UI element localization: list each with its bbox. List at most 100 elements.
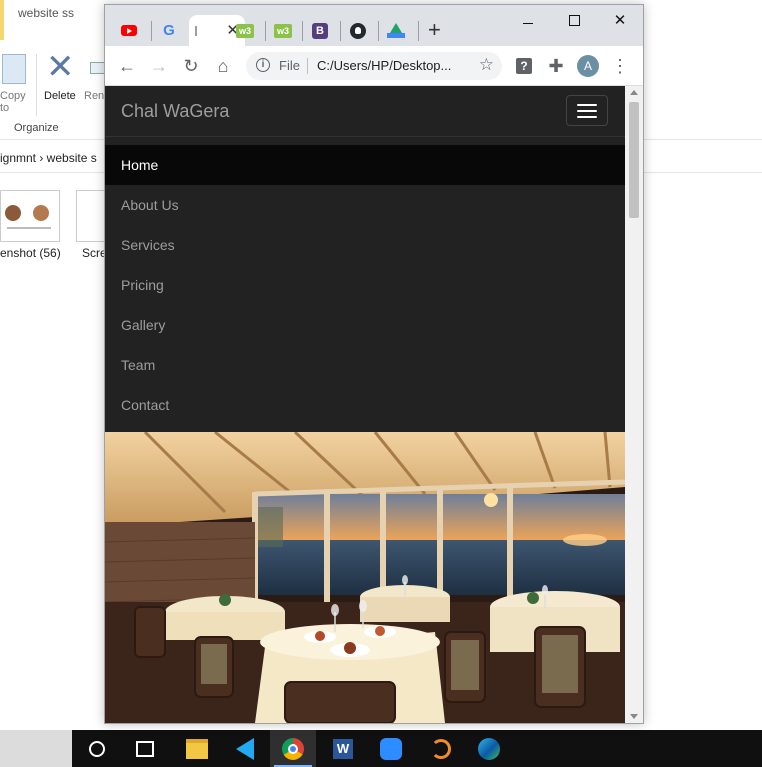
address-bar[interactable]: i File C:/Users/HP/Desktop... ☆ [246, 52, 502, 80]
hamburger-icon [577, 116, 597, 118]
tab-github[interactable] [340, 15, 376, 46]
w3schools-icon: w3 [274, 23, 292, 38]
taskbar: W [0, 730, 762, 767]
folder-accent [0, 0, 4, 40]
explorer-window-title: website ss [18, 6, 75, 20]
file-thumbnail[interactable] [0, 190, 60, 242]
ribbon-divider [36, 54, 37, 116]
extensions-menu-button[interactable]: ✚ [544, 54, 568, 78]
zoom-taskbar-button[interactable] [368, 730, 414, 767]
navbar-toggler-button[interactable] [566, 95, 608, 126]
thumbnail-avatar-2 [33, 205, 49, 221]
vscode-taskbar-button[interactable] [222, 730, 268, 767]
help-extension-icon: ? [516, 58, 532, 74]
edge-taskbar-button[interactable] [466, 730, 512, 767]
delete-button[interactable]: Delete [44, 90, 76, 102]
hamburger-icon [577, 110, 597, 112]
copy-to-button[interactable]: Copy to [0, 90, 26, 114]
reload-button[interactable]: ↻ [179, 54, 203, 78]
ribbon-group-label: Organize [14, 122, 59, 134]
bookmark-star-icon[interactable]: ☆ [479, 55, 494, 75]
extension-button[interactable]: ? [512, 54, 536, 78]
minimize-icon [523, 23, 533, 24]
tab-youtube[interactable] [111, 15, 147, 46]
bootstrap-icon: B [312, 22, 328, 39]
scheme-label: File [279, 58, 300, 73]
browser-toolbar: ← → ↻ ⌂ i File C:/Users/HP/Desktop... ☆ … [105, 46, 643, 86]
chrome-window: G ✕ w3 w3 B + ✕ ← → ↻ ⌂ i File C:/Users/… [104, 4, 644, 724]
task-view-icon [136, 740, 154, 757]
maximize-button[interactable] [551, 11, 597, 30]
puzzle-icon: ✚ [548, 55, 564, 76]
restaurant-sunset-photo [105, 432, 625, 723]
chrome-menu-button[interactable]: ⋮ [608, 54, 632, 78]
tab-google[interactable]: G [151, 15, 187, 46]
profile-button[interactable]: A [576, 54, 600, 78]
navbar-divider [105, 136, 625, 137]
delete-icon[interactable]: ✕ [46, 50, 75, 84]
task-view-button[interactable] [122, 730, 168, 767]
scroll-up-icon[interactable] [630, 90, 638, 95]
copy-to-label: Copy [0, 90, 26, 102]
nav-link-gallery[interactable]: Gallery [105, 305, 625, 345]
thumbnail-text-line [7, 227, 51, 229]
word-icon: W [333, 738, 353, 759]
chrome-taskbar-button[interactable] [270, 730, 316, 767]
eclipse-icon [431, 738, 451, 759]
site-brand[interactable]: Chal WaGera [121, 101, 229, 122]
maximize-icon [568, 15, 580, 26]
file-explorer-taskbar-button[interactable] [174, 730, 220, 767]
youtube-icon [121, 25, 137, 36]
close-window-button[interactable]: ✕ [597, 11, 643, 29]
w3schools-icon: w3 [236, 23, 254, 38]
page-viewport: Chal WaGera Home About Us Services Prici… [105, 86, 625, 723]
scroll-down-icon[interactable] [630, 714, 638, 719]
nav-link-contact[interactable]: Contact [105, 385, 625, 425]
forward-button[interactable]: → [147, 54, 171, 78]
scrollbar-thumb[interactable] [629, 102, 639, 218]
folder-icon [186, 738, 208, 759]
hamburger-icon [577, 104, 597, 106]
site-info-icon[interactable]: i [256, 58, 270, 72]
edge-icon [478, 737, 500, 760]
file-label[interactable]: enshot (56) [0, 246, 61, 260]
github-icon [350, 22, 366, 39]
copy-to-label-2: to [0, 102, 10, 114]
chrome-icon [282, 737, 304, 760]
thumbnail-avatar-1 [5, 205, 21, 221]
file-label[interactable]: Scre [82, 246, 107, 260]
rename-button[interactable]: Ren [84, 90, 104, 102]
vscode-icon [236, 737, 254, 760]
breadcrumb[interactable]: ignmnt › website s [0, 151, 97, 165]
tab-strip: G ✕ w3 w3 B + ✕ [105, 5, 643, 46]
nav-link-about[interactable]: About Us [105, 185, 625, 225]
cortana-icon [89, 740, 105, 757]
nav-link-team[interactable]: Team [105, 345, 625, 385]
google-drive-icon [387, 23, 405, 38]
minimize-button[interactable] [505, 11, 551, 28]
tab-separator [418, 21, 419, 41]
home-button[interactable]: ⌂ [211, 54, 235, 78]
url-text[interactable]: C:/Users/HP/Desktop... [317, 58, 451, 73]
nav-link-services[interactable]: Services [105, 225, 625, 265]
nav-link-home[interactable]: Home [105, 145, 625, 185]
tab-google-drive[interactable] [378, 15, 414, 46]
avatar: A [577, 55, 599, 77]
cortana-button[interactable] [74, 730, 120, 767]
page-scrollbar[interactable] [625, 86, 643, 723]
back-button[interactable]: ← [115, 54, 139, 78]
tab-w3schools[interactable]: w3 [227, 15, 263, 46]
zoom-icon [380, 737, 402, 760]
word-taskbar-button[interactable]: W [320, 730, 366, 767]
site-navbar: Chal WaGera Home About Us Services Prici… [105, 86, 625, 432]
omnibox-divider [307, 58, 308, 74]
tab-w3schools[interactable]: w3 [265, 15, 301, 46]
new-tab-button[interactable]: + [428, 19, 441, 41]
hero-image [105, 432, 625, 723]
nav-link-pricing[interactable]: Pricing [105, 265, 625, 305]
loading-icon [195, 25, 203, 36]
tab-bootstrap[interactable]: B [302, 15, 338, 46]
google-icon: G [163, 22, 175, 39]
eclipse-taskbar-button[interactable] [418, 730, 464, 767]
copy-to-icon[interactable] [2, 54, 26, 84]
